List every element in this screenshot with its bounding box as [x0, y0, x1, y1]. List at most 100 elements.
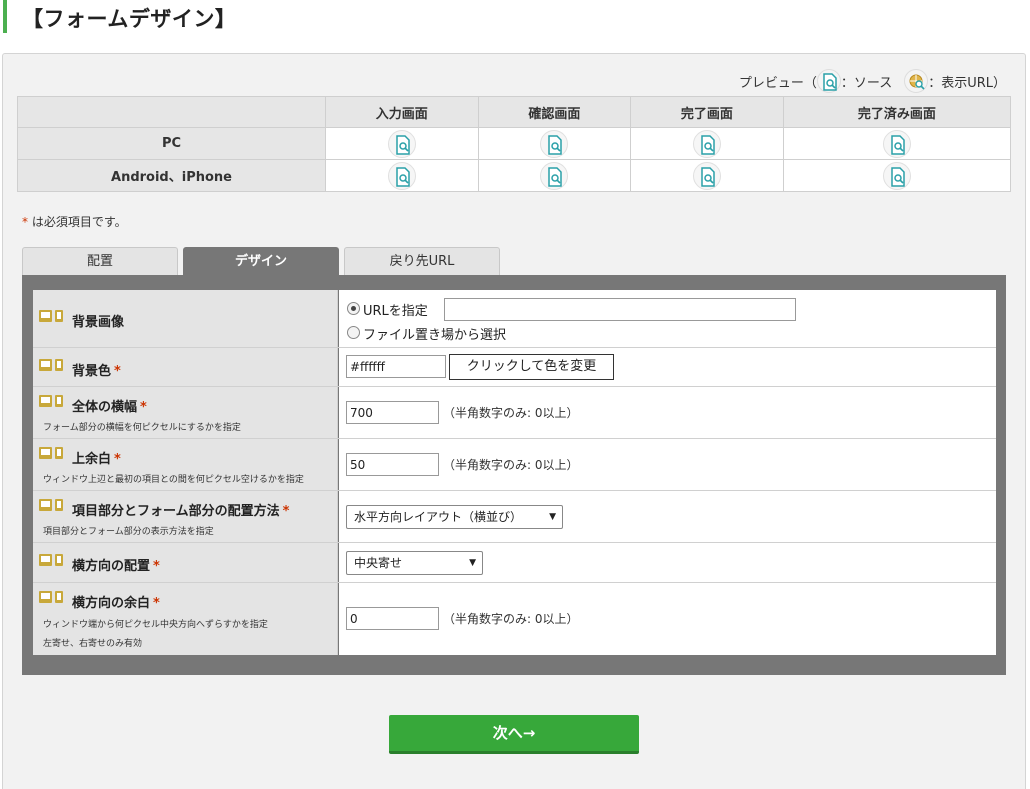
device-icons: [39, 554, 65, 566]
preview-row-label: PC: [17, 127, 326, 160]
field-label: 全体の横幅 *: [72, 396, 147, 415]
row-label-cell: 横方向の余白 * ウィンドウ端から何ピクセル中央方向へずらすかを指定 左寄せ、右寄…: [33, 583, 338, 655]
field-label-text: 背景画像: [72, 315, 125, 330]
preview-cell: [630, 127, 784, 160]
url-preview-icon: [904, 69, 929, 93]
width-input[interactable]: [346, 401, 439, 424]
device-icons: [39, 359, 65, 371]
preview-cell: [782, 159, 1012, 192]
radio-url[interactable]: [347, 302, 360, 315]
field-label-text: 上余白: [72, 452, 112, 467]
layout-method-select[interactable]: 水平方向レイアウト（横並び） ▼: [346, 505, 563, 529]
row-bg-color: 背景色* クリックして色を変更: [33, 348, 996, 387]
field-description: ウィンドウ上辺と最初の項目との間を何ピクセル空けるかを指定: [43, 475, 304, 485]
preview-source-icon[interactable]: [540, 129, 569, 158]
preview-source-icon[interactable]: [387, 129, 416, 158]
radio-url-label: URLを指定: [363, 304, 428, 319]
row-label-cell: 横方向の配置 *: [33, 543, 338, 582]
bg-color-input[interactable]: [346, 355, 446, 378]
page-header: 【フォームデザイン】: [0, 0, 1030, 34]
tab-return-url[interactable]: 戻り先URL: [344, 247, 500, 276]
field-label: 横方向の余白 *: [72, 592, 160, 611]
pc-icon: [39, 499, 52, 511]
h-margin-input[interactable]: [346, 607, 439, 630]
row-top-margin: 上余白* ウィンドウ上辺と最初の項目との間を何ピクセル空けるかを指定 （半角数字…: [33, 439, 996, 491]
preview-col-confirm: 確認画面: [477, 96, 632, 128]
preview-source-icon[interactable]: [387, 161, 416, 190]
preview-cell: [325, 127, 479, 160]
field-description: フォーム部分の横幅を何ピクセルにするかを指定: [43, 423, 241, 433]
legend-source-label: ：ソース: [840, 75, 893, 91]
required-star: *: [140, 400, 147, 415]
preview-source-icon[interactable]: [540, 161, 569, 190]
device-icons: [39, 310, 65, 322]
tab-layout[interactable]: 配置: [22, 247, 178, 276]
field-description-note: 左寄せ、右寄せのみ有効: [43, 639, 143, 649]
change-color-button[interactable]: クリックして色を変更: [449, 354, 614, 380]
field-label-text: 背景色: [72, 364, 112, 379]
preview-source-icon[interactable]: [882, 161, 911, 190]
field-label: 背景色 *: [72, 360, 121, 379]
row-bg-image: 背景画像 URLを指定 ファイル置き場から選択: [33, 290, 996, 348]
row-label-cell: 背景画像: [33, 290, 338, 347]
top-margin-hint: （半角数字のみ: 0以上）: [443, 458, 579, 472]
preview-corner: [17, 96, 326, 128]
required-star: *: [153, 559, 160, 574]
pc-icon: [39, 447, 52, 459]
preview-col-input: 入力画面: [325, 96, 479, 128]
field-label: 横方向の配置 *: [72, 555, 160, 574]
smartphone-icon: [55, 395, 63, 407]
bg-image-url-input[interactable]: [444, 298, 796, 321]
pc-icon: [39, 310, 52, 322]
preview-col-completed: 完了済み画面: [782, 96, 1012, 128]
h-align-select[interactable]: 中央寄せ ▼: [346, 551, 483, 575]
tab-design[interactable]: デザイン: [183, 247, 339, 276]
device-icons: [39, 447, 65, 459]
width-hint: （半角数字のみ: 0以上）: [443, 406, 579, 420]
pc-icon: [39, 395, 52, 407]
field-label-text: 横方向の余白: [72, 596, 151, 611]
required-note-text: は必須項目です。: [28, 215, 127, 229]
row-value-cell: （半角数字のみ: 0以上）: [339, 387, 996, 438]
device-icons: [39, 499, 65, 511]
preview-row-pc: PC: [17, 127, 1012, 160]
row-label-cell: 項目部分とフォーム部分の配置方法 * 項目部分とフォーム部分の表示方法を指定: [33, 491, 338, 542]
device-icons: [39, 591, 65, 603]
preview-cell: [477, 127, 632, 160]
preview-source-icon[interactable]: [692, 129, 721, 158]
row-label-cell: 全体の横幅 * フォーム部分の横幅を何ピクセルにするかを指定: [33, 387, 338, 438]
top-margin-input[interactable]: [346, 453, 439, 476]
row-h-margin: 横方向の余白 * ウィンドウ端から何ピクセル中央方向へずらすかを指定 左寄せ、右寄…: [33, 583, 996, 655]
required-star: *: [153, 596, 160, 611]
row-value-cell: （半角数字のみ: 0以上）: [339, 439, 996, 490]
field-label-text: 項目部分とフォーム部分の配置方法: [72, 504, 280, 519]
field-label-text: 横方向の配置: [72, 559, 151, 574]
required-star: *: [282, 504, 290, 519]
chevron-down-icon: ▼: [469, 558, 476, 568]
preview-cell: [477, 159, 632, 192]
preview-cell: [325, 159, 479, 192]
row-label-cell: 上余白 * ウィンドウ上辺と最初の項目との間を何ピクセル空けるかを指定: [33, 439, 338, 490]
radio-file[interactable]: [347, 326, 360, 339]
chevron-down-icon: ▼: [549, 512, 556, 522]
radio-file-label: ファイル置き場から選択: [363, 328, 507, 343]
pc-icon: [39, 554, 52, 566]
row-label-cell: 背景色 *: [33, 348, 338, 386]
row-width: 全体の横幅* フォーム部分の横幅を何ピクセルにするかを指定 （半角数字のみ: 0…: [33, 387, 996, 439]
field-description: ウィンドウ端から何ピクセル中央方向へずらすかを指定: [43, 620, 268, 630]
preview-legend: プレビュー（ ：ソース ：表示URL）: [739, 68, 1006, 94]
row-value-cell: 中央寄せ ▼: [339, 543, 996, 582]
preview-source-icon[interactable]: [882, 129, 911, 158]
preview-row-label: Android、iPhone: [17, 159, 326, 192]
preview-source-icon[interactable]: [692, 161, 721, 190]
design-tab-panel: 背景画像 URLを指定 ファイル置き場から選択 背景色* クリックして色を変更: [22, 275, 1006, 675]
row-layout-method: 項目部分とフォーム部分の配置方法 * 項目部分とフォーム部分の表示方法を指定 水平…: [33, 491, 996, 543]
pc-icon: [39, 591, 52, 603]
legend-url-label: ：表示URL）: [928, 75, 1006, 91]
preview-row-mobile: Android、iPhone: [17, 159, 1012, 192]
header-accent-bar: [3, 0, 7, 33]
source-preview-icon: [816, 69, 841, 93]
next-button[interactable]: 次へ→: [389, 715, 639, 754]
h-margin-hint: （半角数字のみ: 0以上）: [443, 612, 579, 626]
smartphone-icon: [55, 359, 63, 371]
